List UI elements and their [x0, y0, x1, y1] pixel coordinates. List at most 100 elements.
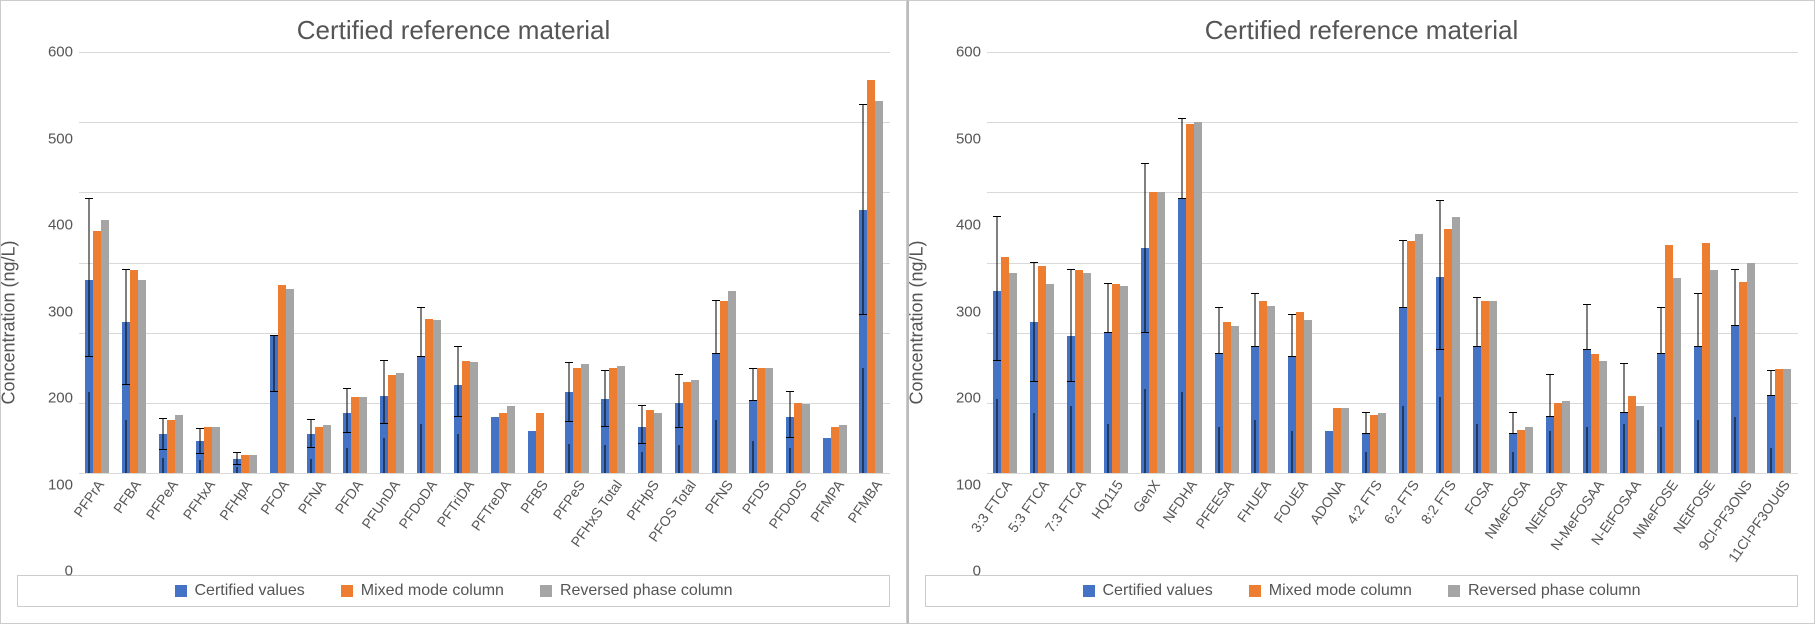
error-bar: [273, 336, 274, 392]
error-cap: [1215, 353, 1223, 354]
category-group: [558, 52, 595, 473]
x-tick: PFHpA: [223, 473, 260, 571]
bar: [138, 280, 146, 473]
bar: [1444, 229, 1452, 473]
chart-legend: Certified values Mixed mode column Rever…: [17, 575, 890, 607]
error-cap: [1215, 307, 1223, 308]
category-group: [669, 52, 706, 473]
error-cap: [712, 353, 720, 354]
y-tick: 600: [931, 44, 981, 61]
error-cap: [85, 198, 93, 199]
error-cap: [1399, 240, 1407, 241]
bar: [831, 427, 839, 473]
legend-item-certified: Certified values: [175, 582, 305, 600]
y-tick: 300: [931, 303, 981, 320]
x-tick: PFPeA: [149, 473, 186, 571]
error-bar: [1255, 294, 1256, 347]
category-group: [300, 52, 337, 473]
bar: [1296, 312, 1304, 473]
bar: [1731, 326, 1739, 473]
bar: [1370, 415, 1378, 473]
error-cap: [417, 356, 425, 357]
category-group: [816, 52, 853, 473]
bar: [1702, 243, 1710, 473]
x-tick: PFMBA: [853, 473, 890, 571]
error-bar: [1181, 119, 1182, 200]
error-cap: [233, 452, 241, 453]
error-cap: [307, 447, 315, 448]
category-group: [779, 52, 816, 473]
bar: [683, 382, 691, 473]
error-cap: [1583, 349, 1591, 350]
error-cap: [233, 464, 241, 465]
bar: [93, 231, 101, 473]
error-bar: [1624, 364, 1625, 413]
chart-title: Certified reference material: [17, 15, 890, 46]
category-group: [1134, 52, 1171, 473]
bar: [1223, 322, 1231, 473]
error-cap: [85, 356, 93, 357]
error-cap: [786, 437, 794, 438]
bar: [1362, 434, 1370, 473]
x-tick: PFHxA: [186, 473, 223, 571]
y-tick: 200: [23, 390, 73, 407]
bar: [1673, 278, 1681, 473]
legend-item-mixed: Mixed mode column: [1249, 582, 1412, 600]
error-bar: [1771, 371, 1772, 396]
error-cap: [159, 418, 167, 419]
bar: [823, 438, 831, 473]
bar: [1525, 427, 1533, 473]
error-cap: [454, 416, 462, 417]
error-bar: [716, 301, 717, 354]
bar: [1251, 347, 1259, 473]
error-cap: [1251, 293, 1259, 294]
x-tick: PFBS: [520, 473, 557, 571]
error-cap: [1362, 412, 1370, 413]
x-tick: 4:2 FTS: [1353, 473, 1390, 571]
x-tick: 11Cl-PF3OUdS: [1761, 473, 1798, 571]
bar: [1554, 403, 1562, 473]
error-cap: [1731, 325, 1739, 326]
x-tick: PFPrA: [75, 473, 112, 571]
error-cap: [675, 427, 683, 428]
error-cap: [122, 269, 130, 270]
error-cap: [380, 423, 388, 424]
error-bar: [605, 371, 606, 427]
bar: [1304, 320, 1312, 473]
category-group: [1503, 52, 1540, 473]
bar: [757, 368, 765, 473]
bar: [1665, 245, 1673, 473]
category-group: [1024, 52, 1061, 473]
category-group: [1208, 52, 1245, 473]
y-tick: 100: [931, 476, 981, 493]
bar: [499, 413, 507, 473]
y-tick: 200: [931, 390, 981, 407]
legend-swatch-icon: [341, 585, 353, 597]
x-tick: ADONA: [1316, 473, 1353, 571]
error-cap: [601, 426, 609, 427]
error-cap: [454, 346, 462, 347]
category-group: [337, 52, 374, 473]
bar: [1288, 357, 1296, 473]
x-tick-label: FOSA: [1461, 477, 1496, 517]
bar: [875, 101, 883, 473]
category-group: [1724, 52, 1761, 473]
category-group: [742, 52, 779, 473]
bar: [1186, 124, 1194, 473]
bar: [1075, 270, 1083, 473]
bar: [802, 404, 810, 473]
error-cap: [1509, 433, 1517, 434]
error-bar: [789, 392, 790, 438]
category-group: [1466, 52, 1503, 473]
error-cap: [749, 400, 757, 401]
bar: [839, 425, 847, 473]
error-cap: [565, 421, 573, 422]
error-bar: [1587, 305, 1588, 351]
error-cap: [1141, 163, 1149, 164]
y-axis-label: Concentration (ng/L): [907, 240, 928, 404]
x-tick: PFEESA: [1205, 473, 1242, 571]
error-cap: [1436, 200, 1444, 201]
x-tick-label: PFNA: [294, 477, 329, 517]
bar: [1178, 199, 1186, 473]
bar: [1628, 396, 1636, 473]
